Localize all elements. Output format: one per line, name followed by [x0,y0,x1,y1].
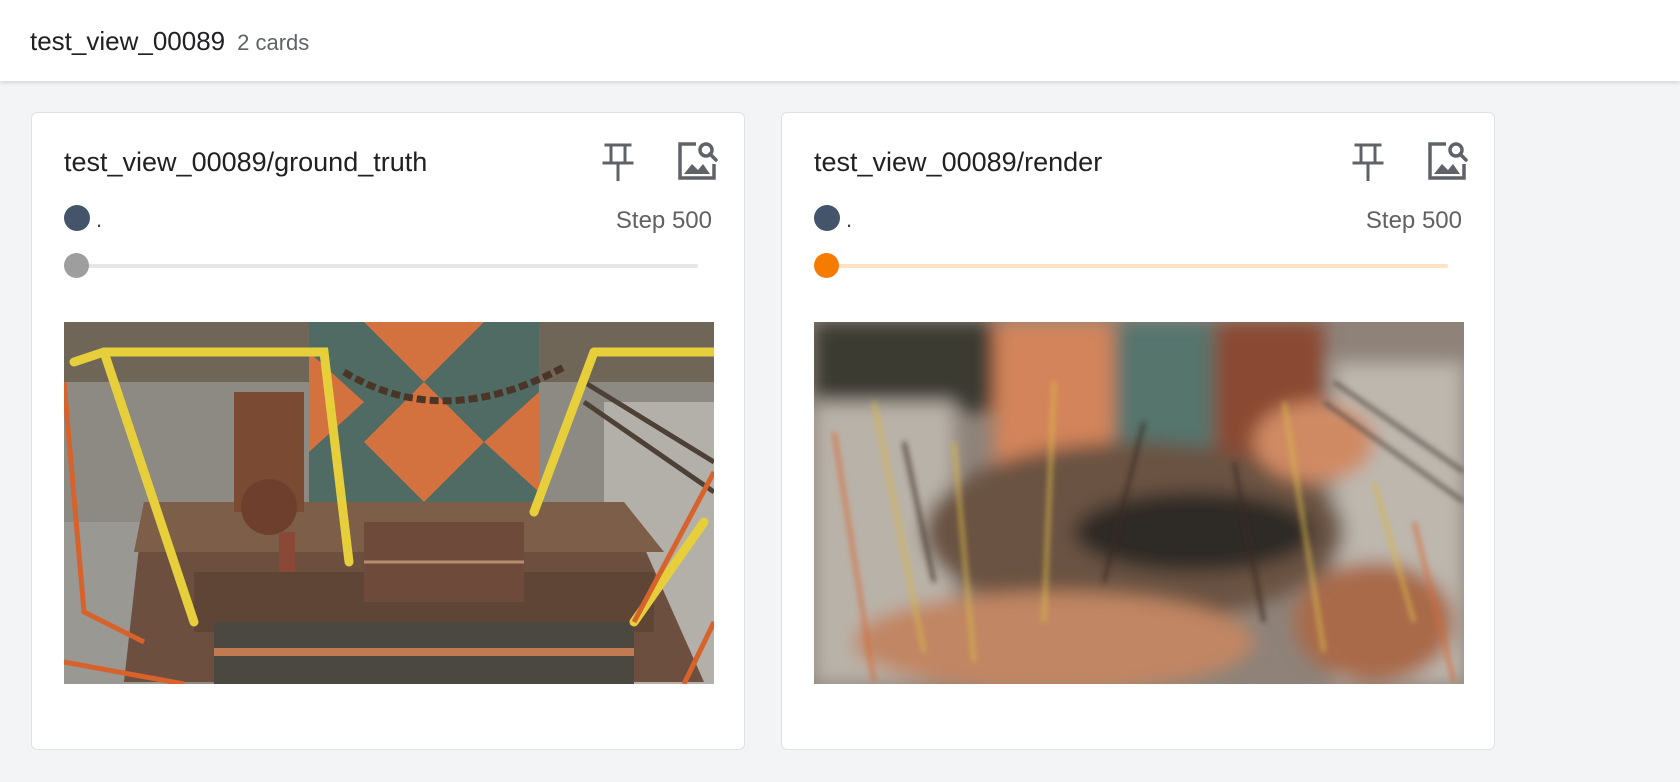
image-card-ground-truth: test_view_00089/ground_truth . Step 500 [31,112,745,750]
image-card-render: test_view_00089/render . Step 500 [781,112,1495,750]
card-title: test_view_00089/render [814,147,1103,177]
slider-track [64,264,698,268]
run-name: . [96,207,103,232]
card-count: 2 cards [237,29,310,55]
slider-thumb[interactable] [814,253,839,278]
card-title: test_view_00089/ground_truth [64,147,428,177]
run-row: . Step 500 [64,201,712,237]
run-color-indicator [64,205,90,231]
render-image [814,322,1464,684]
step-label: Step 500 [1365,207,1462,234]
step-slider[interactable] [814,253,1448,279]
slider-track [814,264,1448,268]
pin-button[interactable] [1344,139,1392,187]
run-row: . Step 500 [814,201,1462,237]
step-label: Step 500 [615,207,712,234]
ground-truth-image [64,322,714,684]
step-slider[interactable] [64,253,698,279]
image-search-icon [1426,140,1468,187]
pin-button[interactable] [594,139,642,187]
pin-icon [1352,141,1384,186]
view-full-size-button[interactable] [1423,139,1471,187]
dashboard-header: test_view_00089 2 cards [0,0,1680,81]
pin-icon [602,141,634,186]
view-full-size-button[interactable] [673,139,721,187]
image-search-icon [676,140,718,187]
run-color-indicator [814,205,840,231]
run-name: . [846,207,853,232]
slider-thumb[interactable] [64,253,89,278]
group-title: test_view_00089 [30,26,226,56]
